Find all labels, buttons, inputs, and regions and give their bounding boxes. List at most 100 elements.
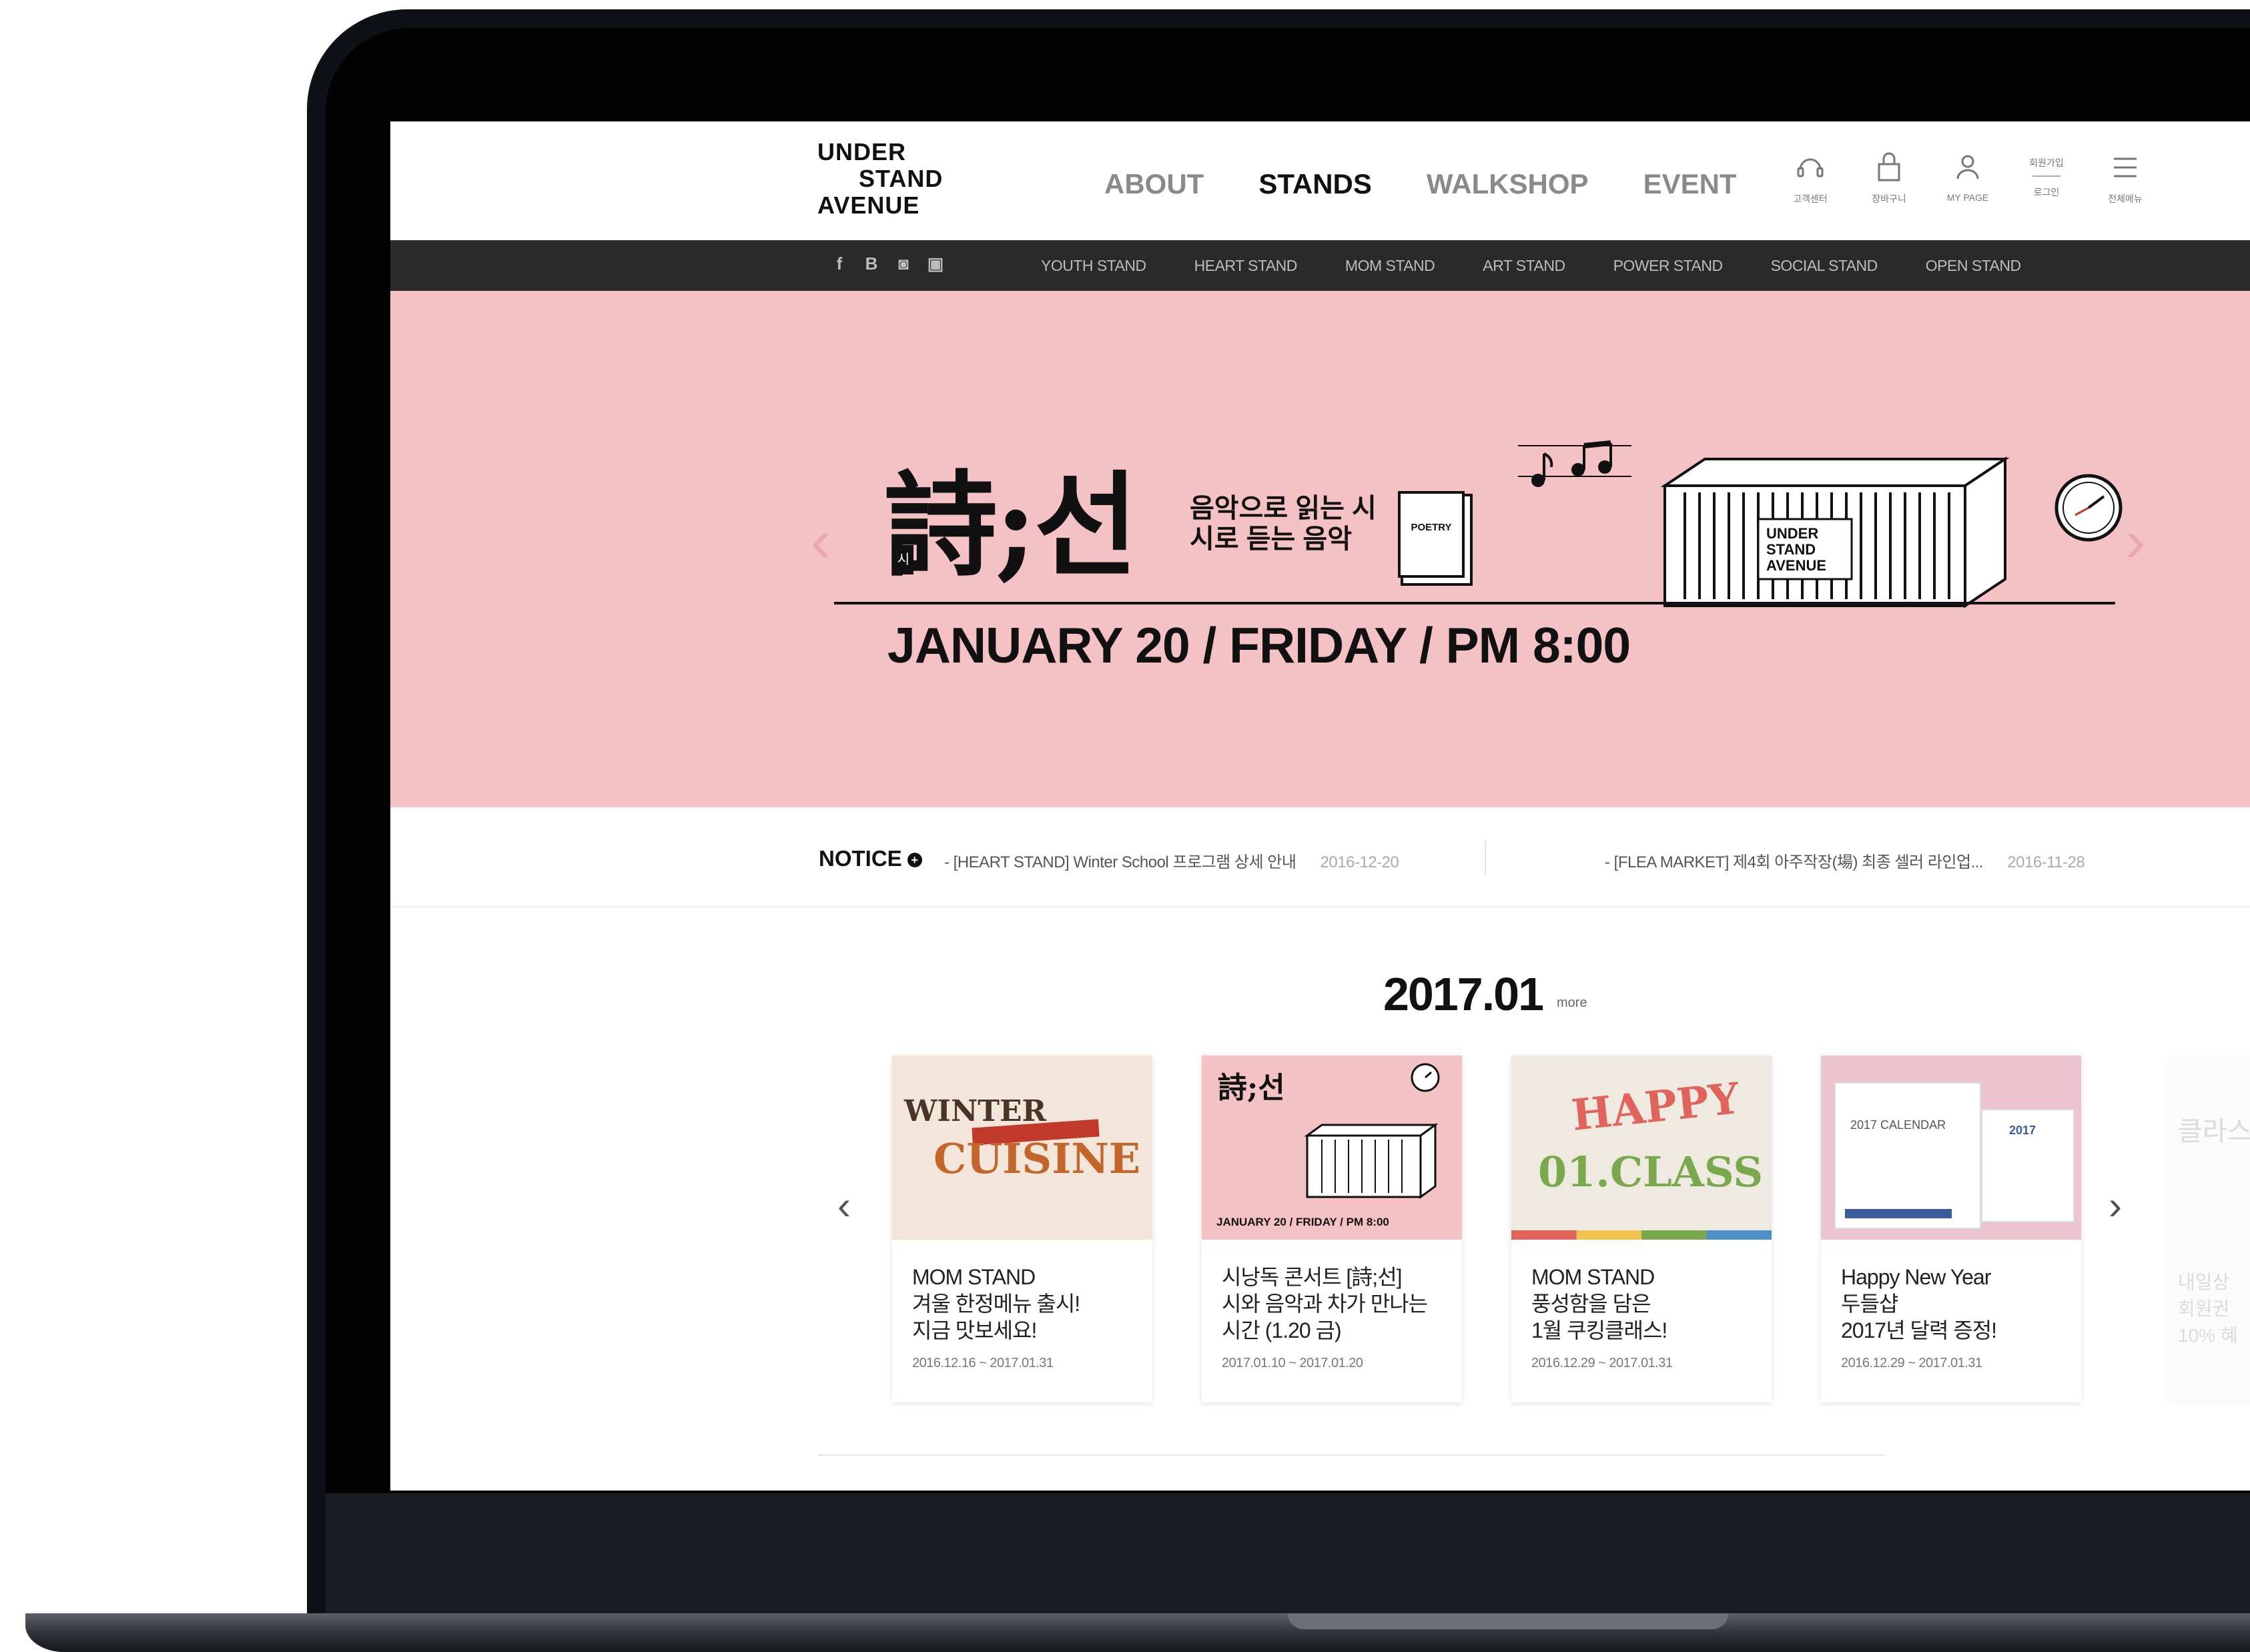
card-thumbnail: 詩;선 JANUARY 20 / FRIDAY / PM 8:00 xyxy=(1202,1056,1462,1240)
nav-about[interactable]: ABOUT xyxy=(1104,168,1204,200)
util-login[interactable]: 회원가입 로그인 xyxy=(2021,149,2072,216)
nav-walkshop[interactable]: WALKSHOP xyxy=(1427,168,1589,200)
stand-mom[interactable]: MOM STAND xyxy=(1345,257,1435,275)
stand-heart[interactable]: HEART STAND xyxy=(1194,257,1298,275)
thumb-text-secondary: 01.CLASS xyxy=(1538,1148,1764,1196)
utility-nav: 고객센터 장바구니 MY PAGE 회원가입 로그인 전체메뉴 xyxy=(1785,149,2151,216)
month-title: 2017.01 xyxy=(1383,968,1544,1020)
event-card[interactable]: WINTER CUISINE MOM STAND 겨울 한정메뉴 출시! 지금 … xyxy=(892,1056,1152,1402)
notice-divider xyxy=(1485,839,1486,875)
util-signup-label[interactable]: 회원가입 xyxy=(2029,156,2064,169)
event-card[interactable]: 2017 CALENDAR 2017 Happy New Year 두들샵 20… xyxy=(1821,1056,2081,1402)
thumb-stripe xyxy=(1511,1230,1772,1240)
carousel-prev-arrow[interactable]: ‹ xyxy=(837,1182,851,1228)
hero-subtitle-line-2: 시로 듣는 음악 xyxy=(1190,524,1353,554)
bag-icon xyxy=(1878,152,1900,181)
hero-prev-arrow[interactable]: ‹ xyxy=(811,511,831,571)
clock-icon xyxy=(2054,474,2123,542)
card-thumbnail: WINTER CUISINE xyxy=(892,1056,1152,1240)
event-card-list: WINTER CUISINE MOM STAND 겨울 한정메뉴 출시! 지금 … xyxy=(892,1056,2081,1402)
youtube-icon[interactable]: ▣ xyxy=(927,254,944,274)
card-date: 2016.12.16 ~ 2017.01.31 xyxy=(912,1356,1054,1370)
hero-subtitle-line-1: 음악으로 읽는 시 xyxy=(1190,494,1377,523)
hero-baseline xyxy=(834,602,2115,604)
thumb-text-primary: HAPPY xyxy=(1569,1074,1742,1141)
login-icon xyxy=(2032,175,2060,177)
stand-power[interactable]: POWER STAND xyxy=(1613,257,1724,275)
nav-event[interactable]: EVENT xyxy=(1643,168,1737,200)
util-customer-center[interactable]: 고객센터 xyxy=(1785,149,1836,216)
card-thumbnail: 2017 CALENDAR 2017 xyxy=(1821,1056,2081,1240)
instagram-icon[interactable]: ◙ xyxy=(895,254,912,274)
util-all-menu[interactable]: 전체메뉴 xyxy=(2100,149,2151,216)
site-header: UNDER STAND AVENUE ABOUT STANDS WALKSHOP… xyxy=(390,121,2250,240)
stand-youth[interactable]: YOUTH STAND xyxy=(1041,257,1146,275)
laptop-base xyxy=(25,1613,2250,1652)
notice-label: NOTICE xyxy=(819,846,902,871)
book-label: POETRY xyxy=(1411,522,1452,533)
hero-title-badge: 시 xyxy=(893,545,913,574)
hero-date: JANUARY 20 / FRIDAY / PM 8:00 xyxy=(887,617,1631,673)
util-label: 장바구니 xyxy=(1872,193,1906,204)
event-card-partial[interactable]: 클라스 내일상 회원권 10% 혜 xyxy=(2169,1056,2250,1402)
notice-item-text: - [HEART STAND] Winter School 프로그램 상세 안내 xyxy=(944,853,1296,871)
stand-subnav: f B ◙ ▣ YOUTH STAND HEART STAND MOM STAN… xyxy=(390,240,2250,291)
stand-list: YOUTH STAND HEART STAND MOM STAND ART ST… xyxy=(1041,240,2021,291)
menu-icon xyxy=(2114,157,2137,177)
stand-art[interactable]: ART STAND xyxy=(1483,257,1565,275)
card-body-text: 내일상 회원권 10% 혜 xyxy=(2178,1272,2238,1346)
stand-social[interactable]: SOCIAL STAND xyxy=(1771,257,1878,275)
card-date: 2016.12.29 ~ 2017.01.31 xyxy=(1531,1356,1673,1370)
headset-icon xyxy=(1797,158,1824,177)
util-label: 고객센터 xyxy=(1793,193,1828,204)
section-divider xyxy=(817,1455,1885,1456)
util-mypage[interactable]: MY PAGE xyxy=(1942,149,1993,216)
logo-line-2: STAND xyxy=(859,165,944,192)
main-nav: ABOUT STANDS WALKSHOP EVENT xyxy=(1104,168,1737,200)
carousel-next-arrow[interactable]: › xyxy=(2109,1182,2122,1228)
card-title: 클라스 xyxy=(2178,1117,2250,1146)
thumb-text-primary: 2017 CALENDAR xyxy=(1850,1118,1946,1132)
laptop-notch xyxy=(1288,1613,1728,1629)
facebook-icon[interactable]: f xyxy=(831,254,848,274)
util-cart[interactable]: 장바구니 xyxy=(1864,149,1914,216)
notice-bar: NOTICE + - [HEART STAND] Winter School 프로… xyxy=(390,807,2250,907)
notice-item-text: - [FLEA MARKET] 제4회 아주작장(場) 최종 셀러 라인업... xyxy=(1605,853,1984,871)
poetry-book-illustration: POETRY xyxy=(1398,491,1465,578)
util-label: 전체메뉴 xyxy=(2108,193,2143,204)
hero-banner[interactable]: ‹ › 詩;선 시 음악으로 읽는 시 시로 듣는 음악 POETRY UNDE… xyxy=(390,291,2250,897)
card-title: 시낭독 콘서트 [詩;선] 시와 음악과 차가 만나는 시간 (1.20 금) xyxy=(1222,1265,1428,1342)
notice-heading: NOTICE + xyxy=(819,846,922,871)
notice-item-date: 2016-12-20 xyxy=(1320,853,1399,871)
card-title: Happy New Year 두들샵 2017년 달력 증정! xyxy=(1841,1265,1997,1342)
notice-item-2[interactable]: - [FLEA MARKET] 제4회 아주작장(場) 최종 셀러 라인업...… xyxy=(1605,849,2085,872)
thumb-text-secondary: 2017 xyxy=(2009,1124,2036,1137)
plus-circle-icon[interactable]: + xyxy=(907,853,922,868)
event-card[interactable]: HAPPY 01.CLASS MOM STAND 풍성함을 담은 1월 쿠킹클래… xyxy=(1511,1056,1772,1402)
laptop-chin xyxy=(326,1493,2250,1613)
music-notes-icon xyxy=(1518,440,1631,487)
util-label: MY PAGE xyxy=(1946,192,1989,203)
hero-subtitle: 음악으로 읽는 시 시로 듣는 음악 xyxy=(1190,493,1377,554)
card-title: MOM STAND 풍성함을 담은 1월 쿠킹클래스! xyxy=(1531,1265,1667,1342)
event-card[interactable]: 詩;선 JANUARY 20 / FRIDAY / PM 8:00 시낭독 콘서… xyxy=(1202,1056,1462,1402)
nav-stands[interactable]: STANDS xyxy=(1258,168,1372,200)
site-logo[interactable]: UNDER STAND AVENUE xyxy=(817,139,944,226)
user-icon xyxy=(1956,155,1979,179)
blog-icon[interactable]: B xyxy=(863,254,880,274)
hero-next-arrow[interactable]: › xyxy=(2125,511,2145,571)
stand-open[interactable]: OPEN STAND xyxy=(1926,257,2021,275)
more-link[interactable]: more xyxy=(1557,995,1587,1011)
website-screen: UNDER STAND AVENUE ABOUT STANDS WALKSHOP… xyxy=(390,121,2250,1491)
thumb-text-secondary: JANUARY 20 / FRIDAY / PM 8:00 xyxy=(1216,1216,1389,1228)
calendar-photo: 2017 xyxy=(1981,1109,2075,1222)
calendar-bar xyxy=(1845,1209,1952,1218)
util-label: 로그인 xyxy=(2033,187,2060,197)
card-date: 2016.12.29 ~ 2017.01.31 xyxy=(1841,1356,1982,1370)
notice-item-1[interactable]: - [HEART STAND] Winter School 프로그램 상세 안내… xyxy=(944,849,1399,872)
logo-line-1: UNDER xyxy=(817,138,907,165)
card-date: 2017.01.10 ~ 2017.01.20 xyxy=(1222,1356,1363,1370)
hero-title: 詩;선 xyxy=(884,459,1138,592)
container-mini-illustration xyxy=(1304,1123,1439,1199)
container-label: UNDER STAND AVENUE xyxy=(1766,525,1827,574)
